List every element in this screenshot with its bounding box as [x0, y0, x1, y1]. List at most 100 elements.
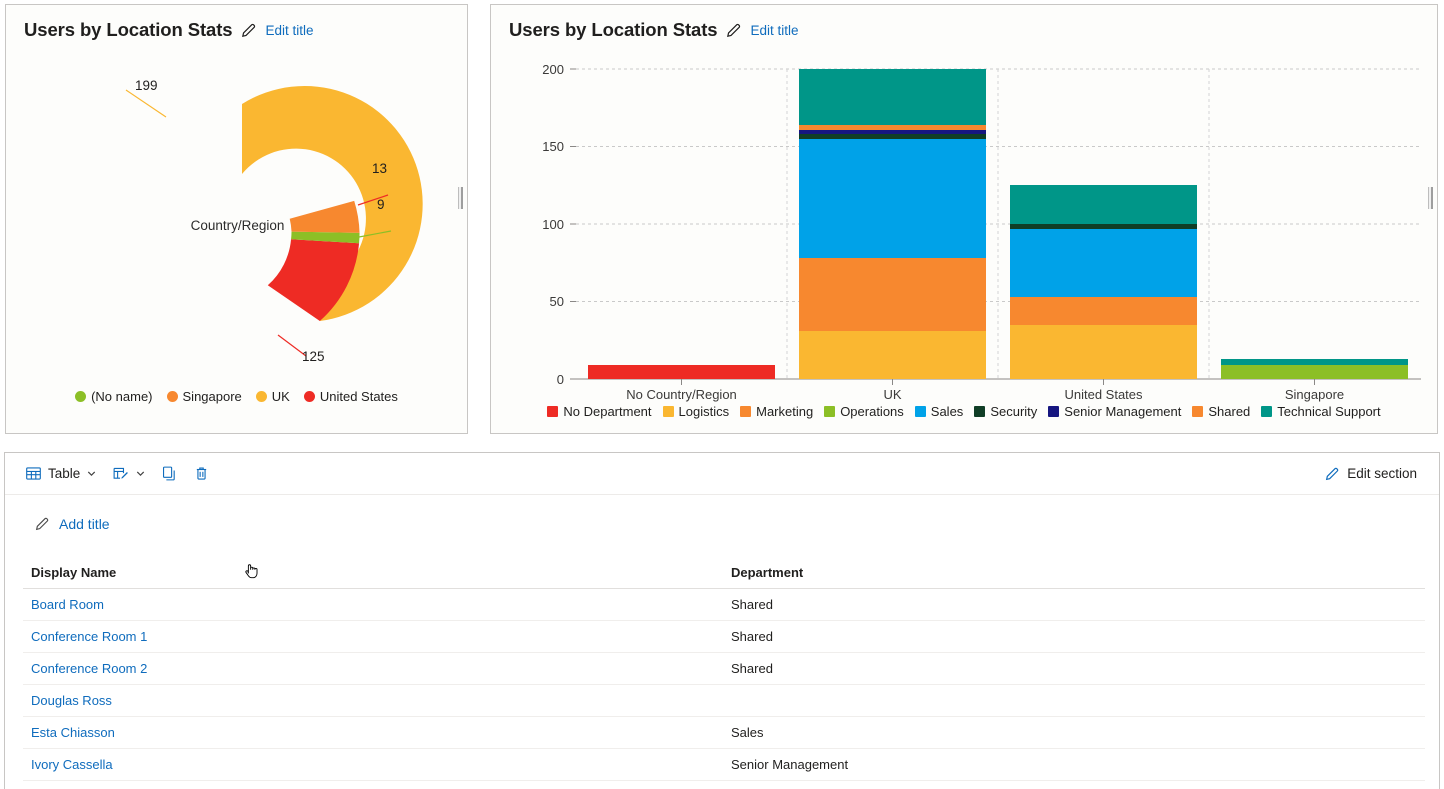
- bar-segment-sales[interactable]: [799, 139, 986, 258]
- legend-item-marketing[interactable]: Marketing: [740, 404, 813, 419]
- bar-segment-marketing[interactable]: [799, 258, 986, 331]
- chevron-down-icon[interactable]: [86, 468, 97, 479]
- legend-swatch-icon: [915, 406, 926, 417]
- display-name-link[interactable]: Esta Chiasson: [31, 725, 115, 740]
- table-section: Table: [4, 452, 1440, 789]
- bar-segment-sales[interactable]: [1010, 229, 1197, 297]
- bar-segment-security[interactable]: [1010, 224, 1197, 229]
- legend-item-no-department[interactable]: No Department: [547, 404, 651, 419]
- pencil-icon[interactable]: [725, 22, 742, 39]
- bar-segment-logistics[interactable]: [799, 331, 986, 379]
- bar-segment-technical-support[interactable]: [1010, 185, 1197, 224]
- legend-item-operations[interactable]: Operations: [824, 404, 904, 419]
- edit-table-button[interactable]: [106, 459, 152, 489]
- bar-card-header: Users by Location Stats Edit title: [509, 19, 799, 41]
- legend-label: (No name): [91, 389, 152, 404]
- stacked-bar-chart[interactable]: 200 150 100 50 0: [491, 57, 1439, 402]
- edit-section-button[interactable]: Edit section: [1324, 466, 1425, 482]
- display-name-link[interactable]: Conference Room 2: [31, 661, 147, 676]
- legend-label: Shared: [1208, 404, 1250, 419]
- legend-item-logistics[interactable]: Logistics: [663, 404, 730, 419]
- cell-display-name: Conference Room 1: [23, 621, 723, 653]
- donut-value-label-singapore: 13: [372, 161, 387, 176]
- table-row[interactable]: Douglas Ross: [23, 685, 1425, 717]
- legend-item-senior-management[interactable]: Senior Management: [1048, 404, 1181, 419]
- donut-chart-card: Users by Location Stats Edit title: [5, 4, 468, 434]
- bar-legend: No Department Logistics Marketing Operat…: [501, 404, 1427, 419]
- legend-label: Sales: [931, 404, 964, 419]
- table-row[interactable]: Esta Chiasson Sales: [23, 717, 1425, 749]
- users-table: Display Name Department Board Room Share…: [23, 558, 1425, 789]
- bar-segment-security[interactable]: [799, 134, 986, 139]
- legend-label: UK: [272, 389, 290, 404]
- legend-label: Logistics: [679, 404, 730, 419]
- column-header-department[interactable]: Department: [723, 558, 1425, 589]
- panel-splitter-handle-right[interactable]: [1428, 187, 1433, 209]
- display-name-link[interactable]: Douglas Ross: [31, 693, 112, 708]
- cell-display-name: Kandace Choquette: [23, 781, 723, 789]
- donut-chart[interactable]: 199 13 9 125 Country/Region: [6, 60, 469, 380]
- legend-item-united-states[interactable]: United States: [304, 389, 398, 404]
- table-row[interactable]: Ivory Cassella Senior Management: [23, 749, 1425, 781]
- donut-card-title: Users by Location Stats: [24, 19, 232, 41]
- charts-row: Users by Location Stats Edit title: [0, 0, 1444, 440]
- legend-item-security[interactable]: Security: [974, 404, 1037, 419]
- bar-segment-senior-management[interactable]: [799, 130, 986, 134]
- bar-segment-technical-support[interactable]: [1221, 359, 1408, 365]
- legend-swatch-icon: [256, 391, 267, 402]
- table-type-label: Table: [48, 466, 80, 481]
- display-name-link[interactable]: Conference Room 1: [31, 629, 147, 644]
- table-row[interactable]: Board Room Shared: [23, 589, 1425, 621]
- bar-segment-marketing[interactable]: [1010, 297, 1197, 325]
- column-header-display-name[interactable]: Display Name: [23, 558, 723, 589]
- add-title-button[interactable]: Add title: [34, 516, 110, 532]
- svg-text:No Country/Region: No Country/Region: [626, 387, 737, 402]
- edit-title-link[interactable]: Edit title: [750, 23, 798, 38]
- duplicate-button[interactable]: [155, 459, 184, 489]
- bar-chart-card: Users by Location Stats Edit title: [490, 4, 1438, 434]
- svg-text:150: 150: [542, 139, 564, 154]
- legend-label: Singapore: [183, 389, 242, 404]
- pencil-icon: [1324, 466, 1340, 482]
- table-row[interactable]: Conference Room 1 Shared: [23, 621, 1425, 653]
- svg-text:0: 0: [557, 372, 564, 387]
- bar-segment-no-department[interactable]: [588, 365, 775, 379]
- legend-item-no-name[interactable]: (No name): [75, 389, 152, 404]
- cell-department: Shared: [723, 621, 1425, 653]
- legend-swatch-icon: [75, 391, 86, 402]
- edit-title-link[interactable]: Edit title: [265, 23, 313, 38]
- table-row[interactable]: Kandace Choquette Marketing: [23, 781, 1425, 789]
- panel-splitter-handle-left[interactable]: [458, 187, 463, 209]
- y-axis-ticks: [570, 69, 576, 379]
- table-icon: [25, 465, 42, 482]
- chevron-down-icon[interactable]: [135, 468, 146, 479]
- pencil-icon[interactable]: [240, 22, 257, 39]
- legend-swatch-icon: [1261, 406, 1272, 417]
- bar-segment-technical-support[interactable]: [799, 69, 986, 125]
- legend-item-shared[interactable]: Shared: [1192, 404, 1250, 419]
- legend-item-uk[interactable]: UK: [256, 389, 290, 404]
- cell-department: Senior Management: [723, 749, 1425, 781]
- copy-icon: [161, 465, 178, 482]
- edit-table-icon: [112, 465, 129, 482]
- legend-item-technical-support[interactable]: Technical Support: [1261, 404, 1380, 419]
- bar-card-title: Users by Location Stats: [509, 19, 717, 41]
- delete-button[interactable]: [187, 459, 216, 489]
- table-row[interactable]: Conference Room 2 Shared: [23, 653, 1425, 685]
- display-name-link[interactable]: Board Room: [31, 597, 104, 612]
- bar-segment-operations[interactable]: [1221, 365, 1408, 379]
- legend-label: Senior Management: [1064, 404, 1181, 419]
- cell-department: Shared: [723, 589, 1425, 621]
- bar-segment-logistics[interactable]: [1010, 325, 1197, 379]
- legend-item-singapore[interactable]: Singapore: [167, 389, 242, 404]
- svg-text:50: 50: [550, 294, 564, 309]
- bar-chart-svg: 200 150 100 50 0: [491, 57, 1439, 402]
- legend-label: Security: [990, 404, 1037, 419]
- legend-swatch-icon: [304, 391, 315, 402]
- display-name-link[interactable]: Ivory Cassella: [31, 757, 113, 772]
- legend-item-sales[interactable]: Sales: [915, 404, 964, 419]
- bar-segment-shared[interactable]: [799, 125, 986, 130]
- legend-swatch-icon: [167, 391, 178, 402]
- cell-department: Shared: [723, 653, 1425, 685]
- table-type-button[interactable]: Table: [19, 459, 103, 489]
